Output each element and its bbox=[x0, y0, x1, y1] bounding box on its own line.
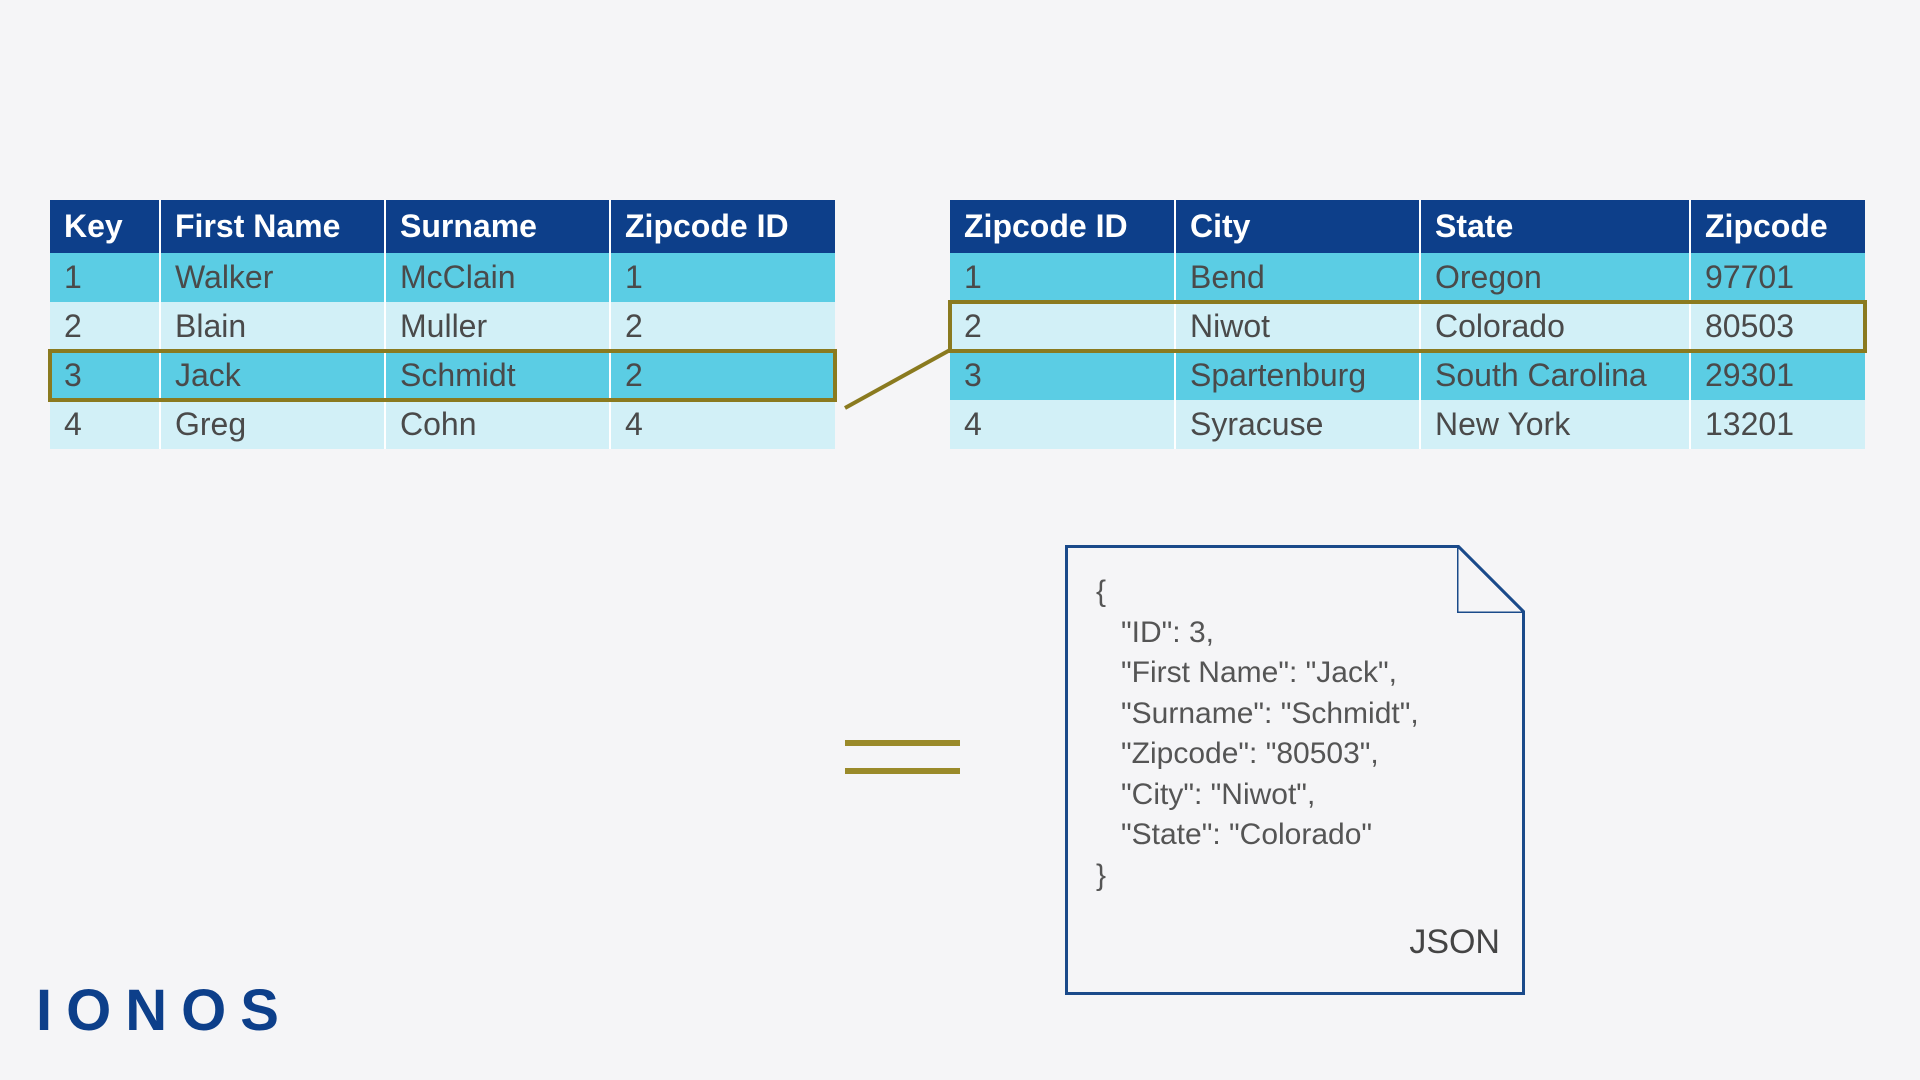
zip-cell: 3 bbox=[950, 351, 1175, 400]
persons-row: 2BlainMuller2 bbox=[50, 302, 835, 351]
zip-cell: 29301 bbox=[1690, 351, 1865, 400]
zip-cell: South Carolina bbox=[1420, 351, 1690, 400]
ionos-logo: IONOS bbox=[36, 977, 293, 1044]
persons-cell: 3 bbox=[50, 351, 160, 400]
zip-row: 1BendOregon97701 bbox=[950, 253, 1865, 302]
persons-header-surname: Surname bbox=[385, 200, 610, 253]
persons-cell: 2 bbox=[50, 302, 160, 351]
persons-cell: Walker bbox=[160, 253, 385, 302]
zip-cell: 4 bbox=[950, 400, 1175, 449]
persons-header-key: Key bbox=[50, 200, 160, 253]
zip-header-state: State bbox=[1420, 200, 1690, 253]
page-fold-icon bbox=[1457, 545, 1525, 613]
persons-cell: 4 bbox=[610, 400, 835, 449]
zip-header-city: City bbox=[1175, 200, 1420, 253]
zipcode-table: Zipcode ID City State Zipcode 1BendOrego… bbox=[950, 200, 1865, 449]
persons-cell: Cohn bbox=[385, 400, 610, 449]
persons-row: 4GregCohn4 bbox=[50, 400, 835, 449]
zip-cell: Bend bbox=[1175, 253, 1420, 302]
persons-cell: Muller bbox=[385, 302, 610, 351]
zip-row: 4SyracuseNew York13201 bbox=[950, 400, 1865, 449]
zip-cell: Niwot bbox=[1175, 302, 1420, 351]
zip-cell: 1 bbox=[950, 253, 1175, 302]
zip-cell: Oregon bbox=[1420, 253, 1690, 302]
persons-cell: 4 bbox=[50, 400, 160, 449]
persons-cell: Schmidt bbox=[385, 351, 610, 400]
persons-cell: 2 bbox=[610, 302, 835, 351]
equals-icon bbox=[845, 740, 960, 796]
persons-cell: 2 bbox=[610, 351, 835, 400]
zip-cell: New York bbox=[1420, 400, 1690, 449]
zip-cell: 80503 bbox=[1690, 302, 1865, 351]
json-label: JSON bbox=[1409, 923, 1500, 962]
persons-cell: 1 bbox=[50, 253, 160, 302]
zip-header-zipid: Zipcode ID bbox=[950, 200, 1175, 253]
persons-cell: Blain bbox=[160, 302, 385, 351]
json-document: { "ID": 3, "First Name": "Jack", "Surnam… bbox=[1065, 545, 1525, 995]
persons-row: 1WalkerMcClain1 bbox=[50, 253, 835, 302]
zip-cell: Spartenburg bbox=[1175, 351, 1420, 400]
persons-cell: Jack bbox=[160, 351, 385, 400]
zip-cell: Syracuse bbox=[1175, 400, 1420, 449]
zip-cell: 13201 bbox=[1690, 400, 1865, 449]
zip-header-row: Zipcode ID City State Zipcode bbox=[950, 200, 1865, 253]
zip-row: 2NiwotColorado80503 bbox=[950, 302, 1865, 351]
zip-cell: 2 bbox=[950, 302, 1175, 351]
zip-row: 3SpartenburgSouth Carolina29301 bbox=[950, 351, 1865, 400]
persons-header-firstname: First Name bbox=[160, 200, 385, 253]
json-content: { "ID": 3, "First Name": "Jack", "Surnam… bbox=[1096, 572, 1494, 896]
persons-cell: Greg bbox=[160, 400, 385, 449]
persons-cell: McClain bbox=[385, 253, 610, 302]
persons-header-row: Key First Name Surname Zipcode ID bbox=[50, 200, 835, 253]
zip-cell: Colorado bbox=[1420, 302, 1690, 351]
persons-cell: 1 bbox=[610, 253, 835, 302]
persons-row: 3JackSchmidt2 bbox=[50, 351, 835, 400]
zip-header-zipcode: Zipcode bbox=[1690, 200, 1865, 253]
connector-line bbox=[0, 0, 1920, 1080]
persons-table: Key First Name Surname Zipcode ID 1Walke… bbox=[50, 200, 835, 449]
persons-header-zipid: Zipcode ID bbox=[610, 200, 835, 253]
zip-cell: 97701 bbox=[1690, 253, 1865, 302]
